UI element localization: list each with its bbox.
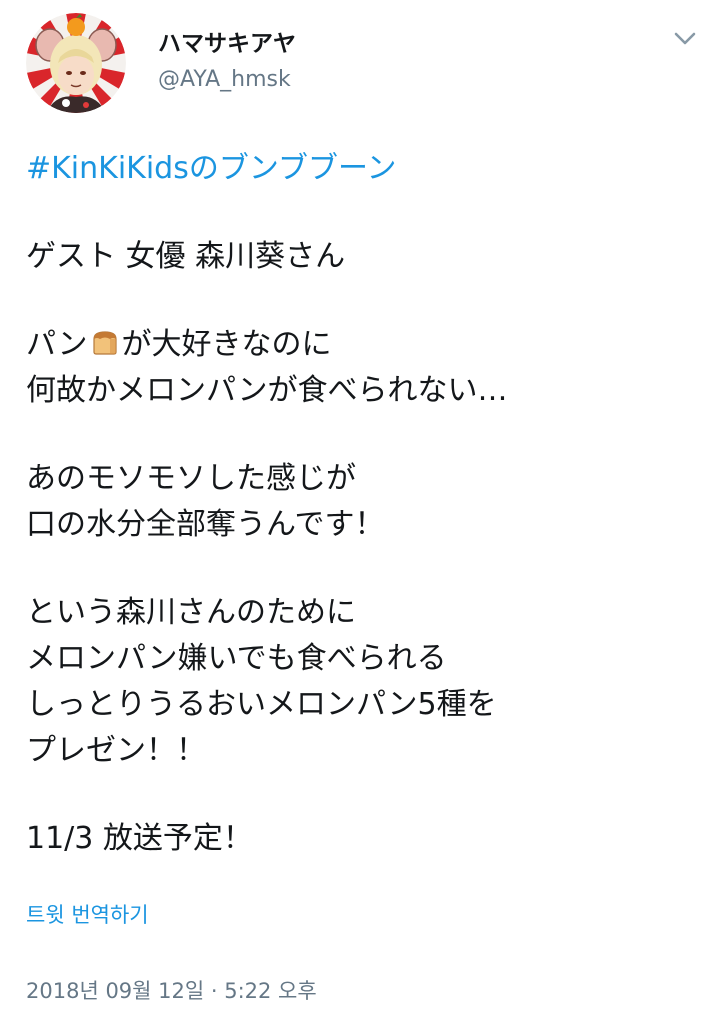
display-name[interactable]: ハマサキアヤ <box>158 28 296 60</box>
tweet-text: #KinKiKidsのブンブブーン ゲスト 女優 森川葵さん パン が大好きなの… <box>26 146 696 862</box>
text-line: ゲスト 女優 森川葵さん <box>26 239 346 274</box>
text-line: パン が大好きなのに <box>26 327 332 362</box>
hashtag-link[interactable]: #KinKiKidsのブンブブーン <box>26 146 696 192</box>
more-options-button[interactable] <box>670 24 700 54</box>
text-line: 口の水分全部奪うんです！ <box>26 507 385 542</box>
user-info[interactable]: ハマサキアヤ @AYA_hmsk <box>158 28 296 95</box>
avatar[interactable] <box>26 13 126 113</box>
bread-icon <box>92 331 117 355</box>
translate-tweet-link[interactable]: 트윗 번역하기 <box>26 899 149 931</box>
text-line: 何故かメロンパンが食べられない… <box>26 373 508 408</box>
tweet-timestamp[interactable]: 2018년 09월 12일 · 5:22 오후 <box>26 975 317 1007</box>
profile-avatar-icon <box>26 13 126 113</box>
text-line: メロンパン嫌いでも食べられる <box>26 641 447 676</box>
text-line: あのモソモソした感じが <box>26 461 356 496</box>
user-handle[interactable]: @AYA_hmsk <box>158 65 296 95</box>
text-line: しっとりうるおいメロンパン5種を <box>26 687 497 722</box>
chevron-down-icon <box>674 32 696 45</box>
text-line: 11/3 放送予定！ <box>26 821 253 856</box>
text-line: プレゼン！！ <box>26 733 206 768</box>
tweet: ハマサキアヤ @AYA_hmsk #KinKiKidsのブンブブーン ゲスト 女… <box>0 0 720 1016</box>
text-line: という森川さんのために <box>26 595 356 630</box>
